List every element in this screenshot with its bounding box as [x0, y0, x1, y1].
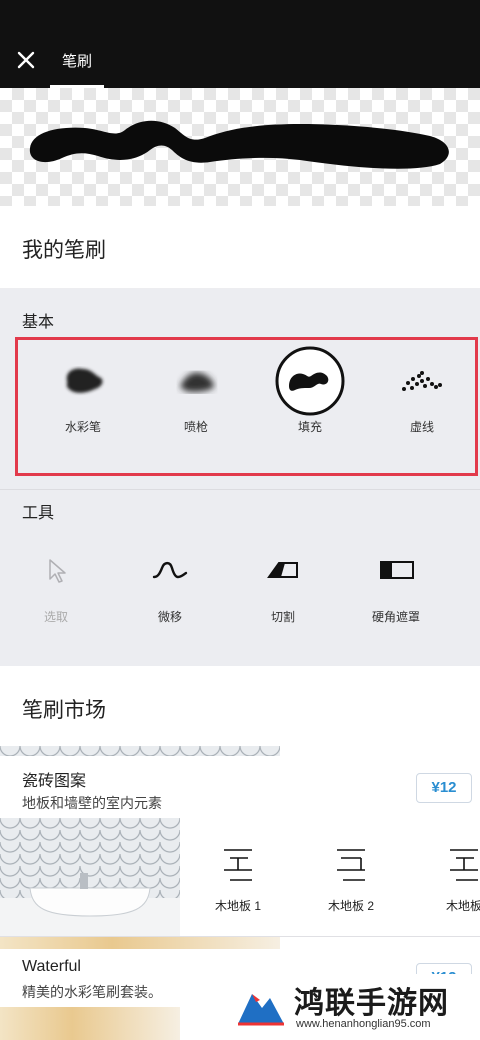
brush-stroke-preview	[29, 120, 449, 169]
market-pack-tiles[interactable]: 瓷砖图案 地板和墙壁的室内元素 ¥12 木地板 1 木地板 2 木地板	[0, 746, 480, 936]
pack-tiles-brush-2-label: 木地板 2	[327, 899, 374, 913]
tools-section-label: 工具	[22, 505, 55, 522]
watermark-logo-icon	[234, 978, 288, 1032]
pack-waterful-subtitle: 精美的水彩笔刷套装。	[22, 984, 162, 1000]
brush-fill-label: 填充	[297, 420, 322, 434]
brush-dotted-label: 虚线	[409, 420, 434, 434]
cursor-arrow-icon	[49, 559, 66, 583]
tool-cut[interactable]: 切割	[233, 540, 333, 625]
tool-cut-label: 切割	[270, 610, 295, 624]
brush-preview-canvas[interactable]	[0, 88, 480, 206]
close-icon	[17, 51, 35, 69]
wave-icon	[152, 561, 188, 579]
pack-tiles-brush-3-label: 木地板	[445, 899, 480, 913]
watermark-url: www.henanhonglian95.com	[296, 1018, 431, 1030]
pack-waterful-title: Waterful	[22, 958, 81, 975]
pack-tiles-brush-1-label: 木地板 1	[214, 899, 261, 913]
airbrush-icon	[180, 372, 214, 392]
basic-section-label: 基本	[22, 314, 55, 331]
wood-floor-icon	[450, 849, 478, 881]
tool-hard-mask-label: 硬角遮罩	[371, 610, 420, 624]
pack-tiles-artwork	[0, 818, 180, 936]
tab-brushes[interactable]: 笔刷	[50, 50, 104, 88]
tool-hard-mask[interactable]: 硬角遮罩	[346, 540, 446, 625]
watercolor-blob-icon	[66, 368, 103, 393]
hard-mask-icon	[380, 561, 414, 579]
brush-airbrush[interactable]: 喷枪	[146, 350, 246, 435]
watermark-title: 鸿联手游网	[294, 987, 449, 1020]
brush-fill[interactable]: 填充	[260, 346, 360, 435]
site-watermark: 鸿联手游网 www.henanhonglian95.com	[230, 974, 476, 1036]
brush-dotted[interactable]: 虚线	[372, 350, 472, 435]
brush-airbrush-label: 喷枪	[183, 420, 208, 434]
tool-select-label: 选取	[43, 610, 68, 624]
tool-select[interactable]: 选取	[6, 540, 106, 625]
cut-icon	[267, 562, 298, 578]
pack-tiles-subtitle: 地板和墙壁的室内元素	[22, 795, 162, 811]
wood-floor-icon	[337, 849, 365, 881]
pack-waterful-artwork	[0, 1007, 180, 1040]
pack-waterful-banner	[0, 937, 280, 949]
pack-tiles-brush-2[interactable]: 木地板 2	[301, 842, 401, 914]
brush-watercolor[interactable]: 水彩笔	[33, 350, 133, 435]
brush-watercolor-label: 水彩笔	[64, 420, 101, 434]
fill-brush-icon	[275, 346, 345, 416]
my-brushes-title: 我的笔刷	[22, 239, 106, 262]
pack-tiles-brush-1[interactable]: 木地板 1	[188, 842, 288, 914]
pack-tiles-price-button[interactable]: ¥12	[416, 773, 472, 803]
brush-market-header: 笔刷市场	[0, 666, 480, 746]
tab-brushes-label: 笔刷	[61, 53, 92, 70]
tool-nudge-label: 微移	[157, 610, 182, 624]
pack-tiles-brush-3[interactable]: 木地板	[414, 842, 480, 914]
tool-nudge[interactable]: 微移	[120, 540, 220, 625]
wood-floor-icon	[224, 849, 252, 881]
top-bar: 笔刷	[0, 0, 480, 88]
my-brushes-header: 我的笔刷	[0, 206, 480, 288]
pack-tiles-title: 瓷砖图案	[22, 773, 87, 790]
sink-illustration	[0, 873, 180, 936]
close-button[interactable]	[12, 46, 40, 74]
dotted-line-icon	[402, 371, 442, 391]
brush-market-title: 笔刷市场	[22, 699, 106, 722]
pack-tiles-banner	[0, 746, 280, 756]
